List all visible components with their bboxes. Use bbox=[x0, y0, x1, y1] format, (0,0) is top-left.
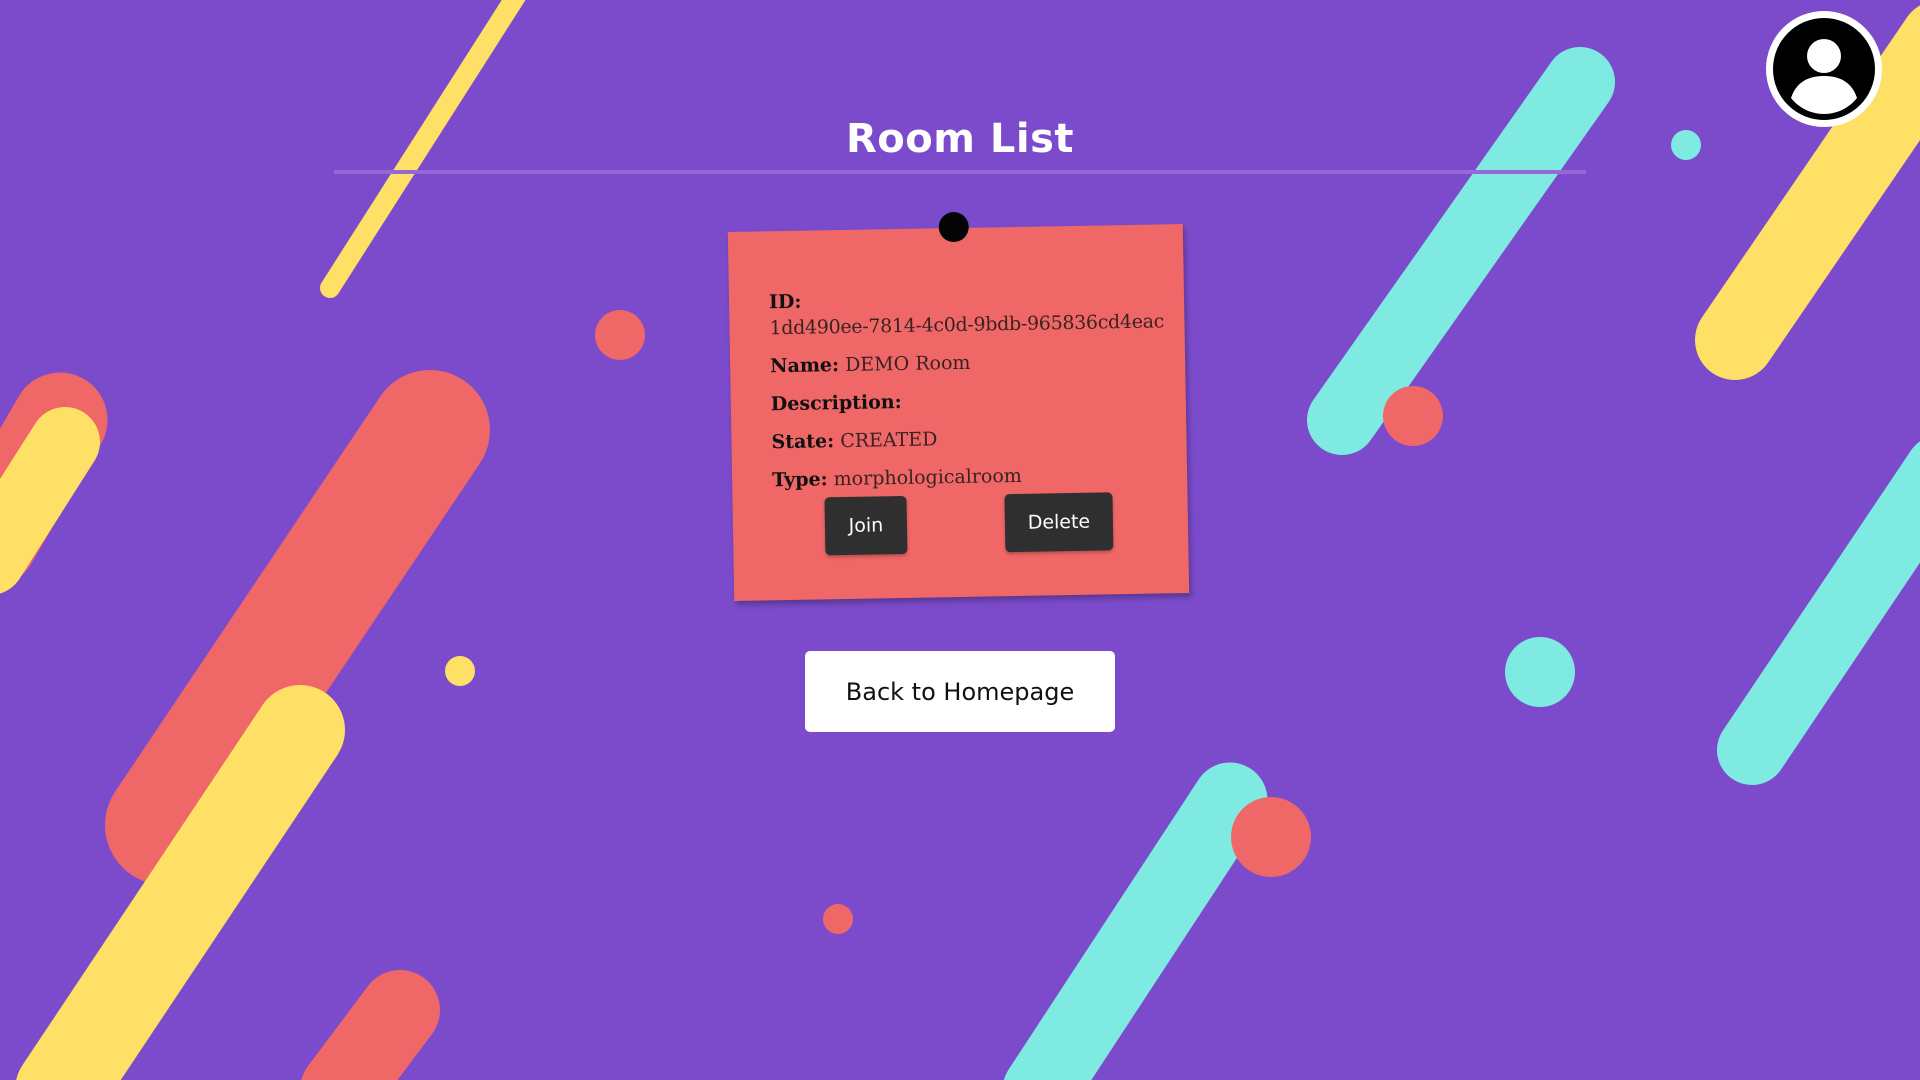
room-state-field: State: CREATED bbox=[771, 422, 1171, 455]
room-description-label: Description: bbox=[770, 390, 902, 416]
page-title: Room List bbox=[846, 116, 1074, 162]
room-type-value: morphologicalroom bbox=[833, 464, 1022, 491]
room-type-label: Type: bbox=[771, 468, 828, 492]
join-room-button[interactable]: Join bbox=[824, 495, 908, 556]
room-id-value: 1dd490ee-7814-4c0d-9bdb-965836cd4eac bbox=[769, 310, 1165, 340]
title-divider bbox=[334, 170, 1586, 174]
user-avatar-button[interactable] bbox=[1766, 11, 1882, 127]
room-name-value: DEMO Room bbox=[844, 351, 971, 376]
room-type-field: Type: morphologicalroom bbox=[772, 460, 1172, 493]
room-card: ID: 1dd490ee-7814-4c0d-9bdb-965836cd4eac… bbox=[727, 211, 1190, 601]
delete-room-button[interactable]: Delete bbox=[1004, 492, 1114, 553]
room-id-label: ID: bbox=[768, 290, 802, 314]
room-card-note: ID: 1dd490ee-7814-4c0d-9bdb-965836cd4eac… bbox=[727, 224, 1190, 601]
user-avatar-icon bbox=[1773, 18, 1875, 120]
room-state-value: CREATED bbox=[840, 428, 938, 453]
room-state-label: State: bbox=[771, 430, 835, 454]
room-description-field: Description: bbox=[771, 384, 1171, 417]
room-name-label: Name: bbox=[769, 354, 840, 378]
back-to-homepage-button[interactable]: Back to Homepage bbox=[805, 651, 1115, 732]
room-id-field: ID: 1dd490ee-7814-4c0d-9bdb-965836cd4eac bbox=[769, 282, 1170, 341]
room-name-field: Name: DEMO Room bbox=[770, 346, 1170, 379]
room-details: ID: 1dd490ee-7814-4c0d-9bdb-965836cd4eac… bbox=[769, 282, 1173, 505]
